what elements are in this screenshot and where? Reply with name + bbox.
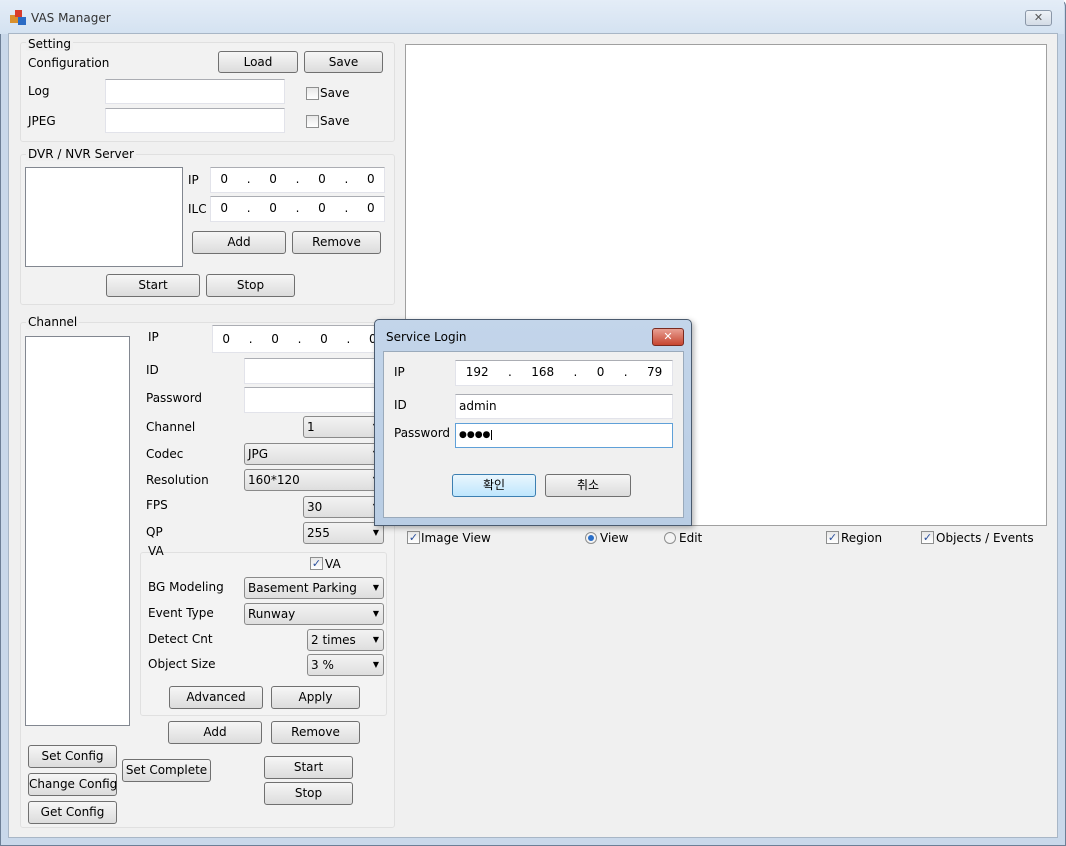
- dialog-password-label: Password: [394, 426, 451, 440]
- image-view-label: Image View: [421, 531, 491, 545]
- channel-number-select[interactable]: 1▼: [303, 416, 384, 438]
- server-ip-input[interactable]: 0.0.0.0: [210, 167, 385, 193]
- server-start-button[interactable]: Start: [106, 274, 200, 297]
- edit-radio-label: Edit: [679, 531, 703, 545]
- close-button[interactable]: ✕: [1025, 10, 1052, 26]
- configuration-label: Configuration: [28, 56, 110, 70]
- server-ilc-input[interactable]: 0.0.0.0: [210, 196, 385, 222]
- channel-start-button[interactable]: Start: [264, 756, 353, 779]
- image-view-checkbox[interactable]: ✓: [407, 531, 420, 544]
- server-stop-button[interactable]: Stop: [206, 274, 295, 297]
- dialog-close-button[interactable]: ✕: [652, 328, 684, 346]
- channel-group-label: Channel: [26, 315, 80, 329]
- region-checkbox[interactable]: ✓: [826, 531, 839, 544]
- window-title: VAS Manager: [31, 11, 111, 25]
- jpeg-save-label: Save: [320, 114, 350, 128]
- server-list[interactable]: [25, 167, 183, 267]
- qp-label: QP: [146, 525, 163, 539]
- event-type-select[interactable]: Runway ▼: [244, 603, 384, 625]
- detect-cnt-select[interactable]: 2 times ▼: [307, 629, 384, 651]
- dialog-cancel-button[interactable]: 취소: [545, 474, 631, 497]
- va-checkbox-label: VA: [325, 557, 341, 571]
- log-path-input[interactable]: [105, 79, 285, 104]
- jpeg-save-checkbox[interactable]: [306, 115, 319, 128]
- resolution-label: Resolution: [146, 473, 209, 487]
- channel-list[interactable]: [25, 336, 130, 726]
- channel-password-input[interactable]: [244, 387, 384, 413]
- objects-events-label: Objects / Events: [936, 531, 1034, 545]
- server-group-label: DVR / NVR Server: [26, 147, 136, 161]
- dialog-title: Service Login: [386, 330, 467, 344]
- dialog-id-input[interactable]: admin: [455, 394, 673, 419]
- log-label: Log: [28, 84, 50, 98]
- save-config-button[interactable]: Save: [304, 51, 383, 73]
- setting-group-label: Setting: [26, 37, 73, 51]
- apply-button[interactable]: Apply: [271, 686, 360, 709]
- region-label: Region: [841, 531, 883, 545]
- objects-events-checkbox[interactable]: ✓: [921, 531, 934, 544]
- server-ilc-label: ILC: [188, 202, 207, 216]
- qp-select[interactable]: 255 ▼: [303, 522, 384, 544]
- load-button[interactable]: Load: [218, 51, 298, 73]
- chevron-down-icon: ▼: [372, 583, 379, 592]
- chevron-down-icon: ▼: [372, 528, 379, 537]
- bg-modeling-label: BG Modeling: [148, 580, 224, 594]
- bg-modeling-select[interactable]: Basement Parking ▼: [244, 577, 384, 599]
- advanced-button[interactable]: Advanced: [169, 686, 263, 709]
- resolution-select[interactable]: 160*120▼: [244, 469, 384, 491]
- channel-number-label: Channel: [146, 420, 196, 434]
- dialog-ok-button[interactable]: 확인: [452, 474, 536, 497]
- set-complete-button[interactable]: Set Complete: [122, 759, 211, 782]
- change-config-button[interactable]: Change Config: [28, 773, 117, 796]
- chevron-down-icon: ▼: [372, 635, 379, 644]
- set-config-button[interactable]: Set Config: [28, 745, 117, 768]
- get-config-button[interactable]: Get Config: [28, 801, 117, 824]
- dialog-id-label: ID: [394, 398, 407, 412]
- chevron-down-icon: ▼: [372, 660, 379, 669]
- close-icon: ✕: [663, 330, 673, 343]
- dialog-ip-label: IP: [394, 365, 405, 379]
- detect-cnt-label: Detect Cnt: [148, 632, 213, 646]
- channel-id-input[interactable]: [244, 358, 384, 384]
- channel-remove-button[interactable]: Remove: [271, 721, 360, 744]
- va-checkbox[interactable]: ✓: [310, 557, 323, 570]
- fps-label: FPS: [146, 498, 168, 512]
- channel-add-button[interactable]: Add: [168, 721, 262, 744]
- close-icon: ✕: [1033, 11, 1044, 24]
- server-remove-button[interactable]: Remove: [292, 231, 381, 254]
- codec-label: Codec: [146, 447, 184, 461]
- object-size-select[interactable]: 3 % ▼: [307, 654, 384, 676]
- channel-ip-label: IP: [148, 330, 159, 344]
- object-size-label: Object Size: [148, 657, 216, 671]
- server-ip-label: IP: [188, 173, 199, 187]
- title-bar: VAS Manager ✕: [0, 0, 1064, 34]
- service-login-dialog: Service Login ✕ IP 192. 168. 0. 79 ID admin…: [374, 319, 692, 526]
- jpeg-path-input[interactable]: [105, 108, 285, 133]
- app-icon: [10, 9, 26, 25]
- channel-password-label: Password: [146, 391, 203, 405]
- channel-ip-input[interactable]: 0.0.0.0: [212, 325, 387, 353]
- event-type-label: Event Type: [148, 606, 214, 620]
- codec-select[interactable]: JPG▼: [244, 443, 384, 465]
- va-group-label: VA: [148, 544, 164, 558]
- server-add-button[interactable]: Add: [192, 231, 286, 254]
- dialog-password-input[interactable]: ●●●●: [455, 423, 673, 448]
- jpeg-label: JPEG: [28, 114, 56, 128]
- channel-id-label: ID: [146, 363, 159, 377]
- view-radio[interactable]: [585, 532, 597, 544]
- dialog-ip-input[interactable]: 192. 168. 0. 79: [455, 360, 673, 386]
- log-save-label: Save: [320, 86, 350, 100]
- channel-stop-button[interactable]: Stop: [264, 782, 353, 805]
- chevron-down-icon: ▼: [372, 609, 379, 618]
- edit-radio[interactable]: [664, 532, 676, 544]
- view-radio-label: View: [600, 531, 629, 545]
- log-save-checkbox[interactable]: [306, 87, 319, 100]
- fps-select[interactable]: 30▼: [303, 496, 384, 518]
